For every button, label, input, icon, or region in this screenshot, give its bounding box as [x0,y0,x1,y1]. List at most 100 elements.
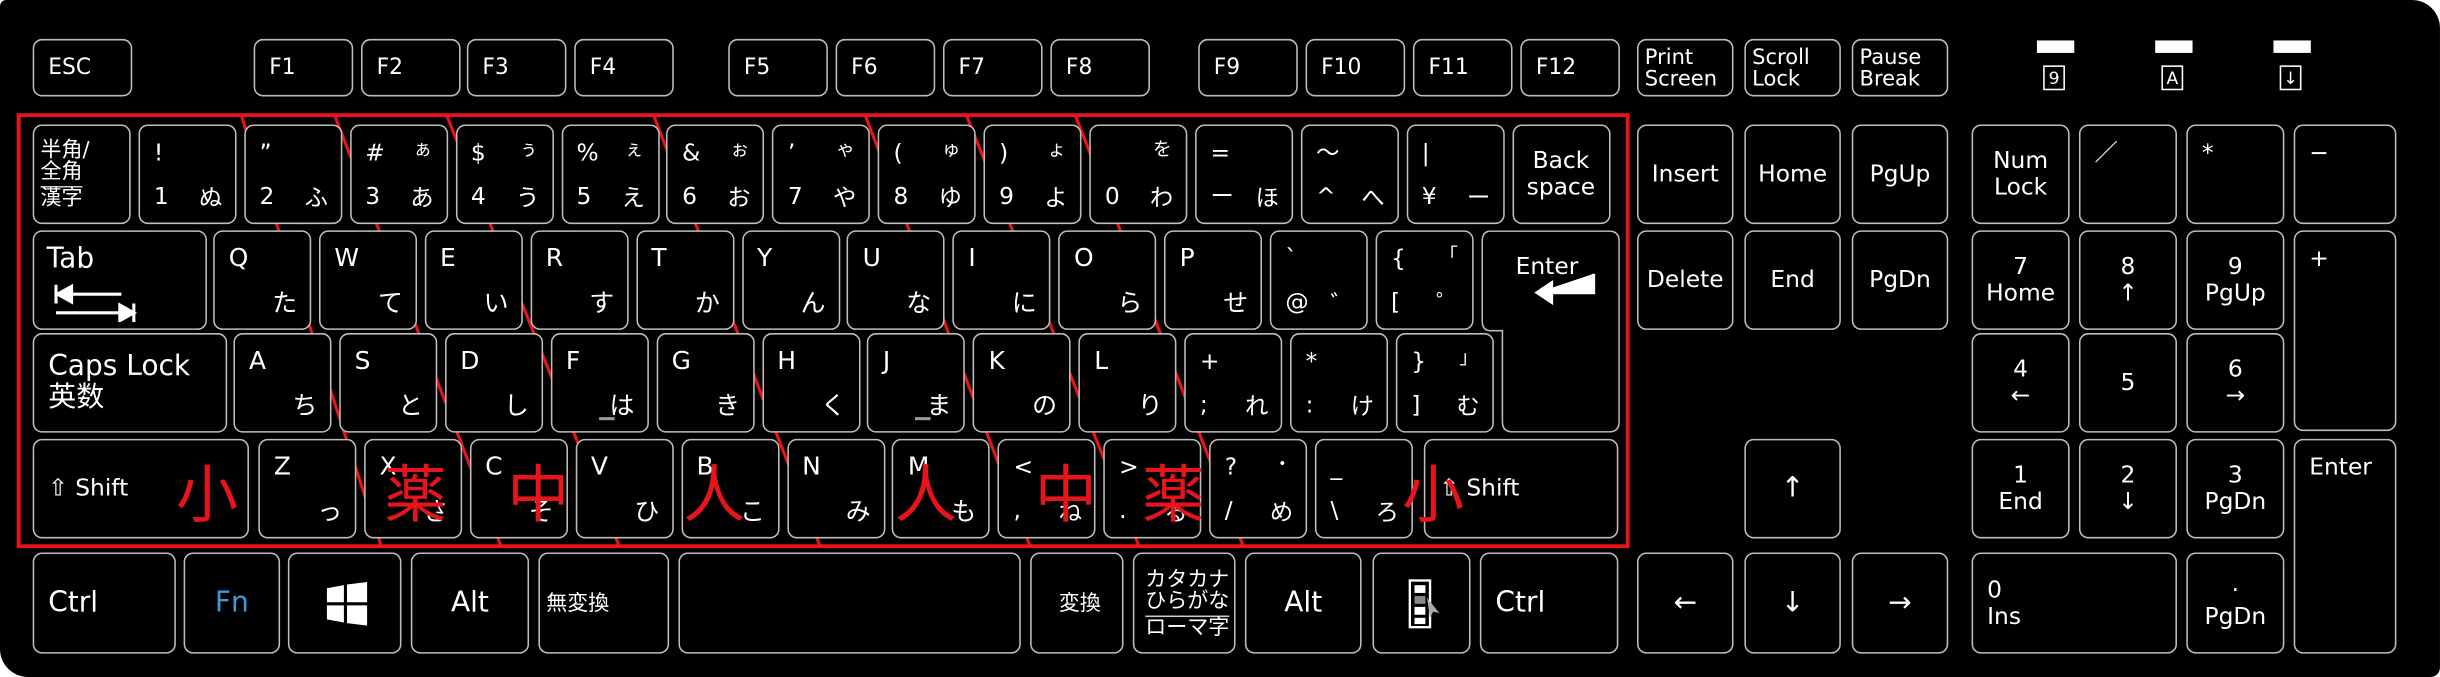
key-0[interactable]: を 0わ [1089,124,1188,225]
key-hankaku-zenkaku[interactable]: 半角/全角 漢字 [32,124,131,225]
key-tab[interactable]: Tab [32,230,207,330]
key-f3[interactable]: F3 [466,38,567,97]
key-numpad-enter[interactable]: Enter [2293,438,2397,654]
key-muhenkan[interactable]: 無変換 [538,552,670,654]
key-k[interactable]: Kの [973,333,1072,433]
key-key[interactable]: ` @ ゛ [1269,230,1368,330]
key-numpad-subtract[interactable]: − [2293,124,2397,225]
key-left-ctrl[interactable]: Ctrl [32,552,176,654]
key-insert[interactable]: Insert [1637,124,1734,225]
key-end[interactable]: End [1744,230,1841,330]
key-key[interactable]: # ぁ 3 あ [349,124,448,225]
key-f1[interactable]: F1 [253,38,354,97]
key-right-alt[interactable]: Alt [1244,552,1362,654]
key-key[interactable]: & ぉ 6 お [666,124,765,225]
key-q[interactable]: Qた [213,230,312,330]
key-space[interactable] [678,552,1021,654]
key-w[interactable]: Wて [318,230,417,330]
key-numpad-add[interactable]: + [2293,230,2397,432]
key-menu[interactable] [1372,552,1471,654]
key-key[interactable]: ” 2 ふ [243,124,343,225]
key-left-alt[interactable]: Alt [410,552,530,654]
key-key[interactable]: ! 1 ぬ [138,124,237,225]
key-key[interactable]: {「 [゜ [1375,230,1474,330]
key-key[interactable]: ～ ^ へ [1300,124,1399,225]
key-f9[interactable]: F9 [1198,38,1298,97]
key-f5[interactable]: F5 [728,38,828,97]
key-j[interactable]: Jま [867,333,966,433]
key-key[interactable]: ’ ゃ 7 や [772,124,871,225]
key-key[interactable]: _ \ ろ [1314,438,1413,539]
key-key[interactable]: } 」] む [1395,333,1494,433]
key-i[interactable]: Iに [952,230,1051,330]
key-numpad-1[interactable]: 1 End [1971,438,2070,539]
key-numpad-5[interactable]: 5 [2078,333,2177,433]
key-key[interactable]: +; れ [1184,333,1283,433]
key-numpad-6[interactable]: 6 → [2186,333,2285,433]
key-numpad-divide[interactable]: ／ [2078,124,2177,225]
key-n[interactable]: Nみ [786,438,885,539]
key-numpad-2[interactable]: 2 ↓ [2078,438,2177,539]
key-kana[interactable]: カタカナ ひらがな ローマ字 [1132,552,1236,654]
key-f12[interactable]: F12 [1520,38,1620,97]
key-f10[interactable]: F10 [1305,38,1406,97]
key-key[interactable]: = ーほ [1194,124,1293,225]
key-numpad-num-lock[interactable]: Num Lock [1971,124,2070,225]
key-right-ctrl[interactable]: Ctrl [1479,552,1619,654]
key-arrow-down[interactable]: ↓ [1744,552,1841,654]
key-esc[interactable]: ESC [32,38,133,97]
key-numpad-decimal[interactable]: · PgDn [2186,552,2285,654]
key-g[interactable]: Gき [656,333,755,433]
key-a[interactable]: Aち [233,333,332,433]
key-numpad-3[interactable]: 3 PgDn [2186,438,2285,539]
key-fn[interactable]: Fn [183,552,281,654]
key-f4[interactable]: F4 [574,38,674,97]
key-arrow-right[interactable]: → [1851,552,1949,654]
key-p[interactable]: Pせ [1164,230,1263,330]
key-r[interactable]: Rす [530,230,629,330]
key-numpad-7[interactable]: 7 Home [1971,230,2070,330]
key-y[interactable]: Yん [741,230,840,330]
key-key[interactable]: ) ょ 9 よ [983,124,1082,225]
key-page-down[interactable]: PgDn [1851,230,1949,330]
key-key[interactable]: $ ぅ 4 う [455,124,554,225]
key-caps-lock[interactable]: Caps Lock 英数 [32,333,228,433]
key-key[interactable]: *: け [1290,333,1389,433]
key-f6[interactable]: F6 [835,38,936,97]
key-enter[interactable]: Enter [1481,230,1620,433]
key-d[interactable]: Dし [444,333,543,433]
key-home[interactable]: Home [1744,124,1841,225]
key-numpad-multiply[interactable]: * [2186,124,2285,225]
key-scroll-lock[interactable]: Scroll Lock [1744,38,1841,97]
key-backspace[interactable]: Back space [1511,124,1610,225]
key-numpad-0[interactable]: 0 Ins [1971,552,2177,654]
key-s[interactable]: Sと [339,333,438,433]
key-page-up[interactable]: PgUp [1851,124,1949,225]
key-delete[interactable]: Delete [1637,230,1734,330]
key-key[interactable]: % ぇ 5 え [560,124,660,225]
key-h[interactable]: Hく [761,333,860,433]
key-f11[interactable]: F11 [1412,38,1513,97]
key-key[interactable]: ? ・ / め [1209,438,1308,539]
key-z[interactable]: Zっ [258,438,357,539]
key-pause-break[interactable]: Pause Break [1851,38,1949,97]
key-numpad-8[interactable]: 8 ↑ [2078,230,2177,330]
key-windows[interactable] [287,552,402,654]
key-f[interactable]: Fは [550,333,649,433]
key-print-screen[interactable]: Print Screen [1637,38,1734,97]
key-arrow-up[interactable]: ↑ [1744,438,1841,539]
key-t[interactable]: Tか [635,230,734,330]
key-l[interactable]: Lり [1078,333,1177,433]
key-e[interactable]: Eい [424,230,523,330]
key-key[interactable]: | ¥ ー [1406,124,1505,225]
key-f2[interactable]: F2 [361,38,461,97]
key-u[interactable]: Uな [847,230,946,330]
key-numpad-9[interactable]: 9 PgUp [2186,230,2285,330]
key-f8[interactable]: F8 [1050,38,1150,97]
key-f7[interactable]: F7 [942,38,1043,97]
key-v[interactable]: Vひ [575,438,674,539]
key-numpad-4[interactable]: 4 ← [1971,333,2070,433]
key-o[interactable]: Oら [1058,230,1157,330]
key-key[interactable]: (ゅ 8 ゆ [877,124,976,225]
key-arrow-left[interactable]: ← [1637,552,1734,654]
